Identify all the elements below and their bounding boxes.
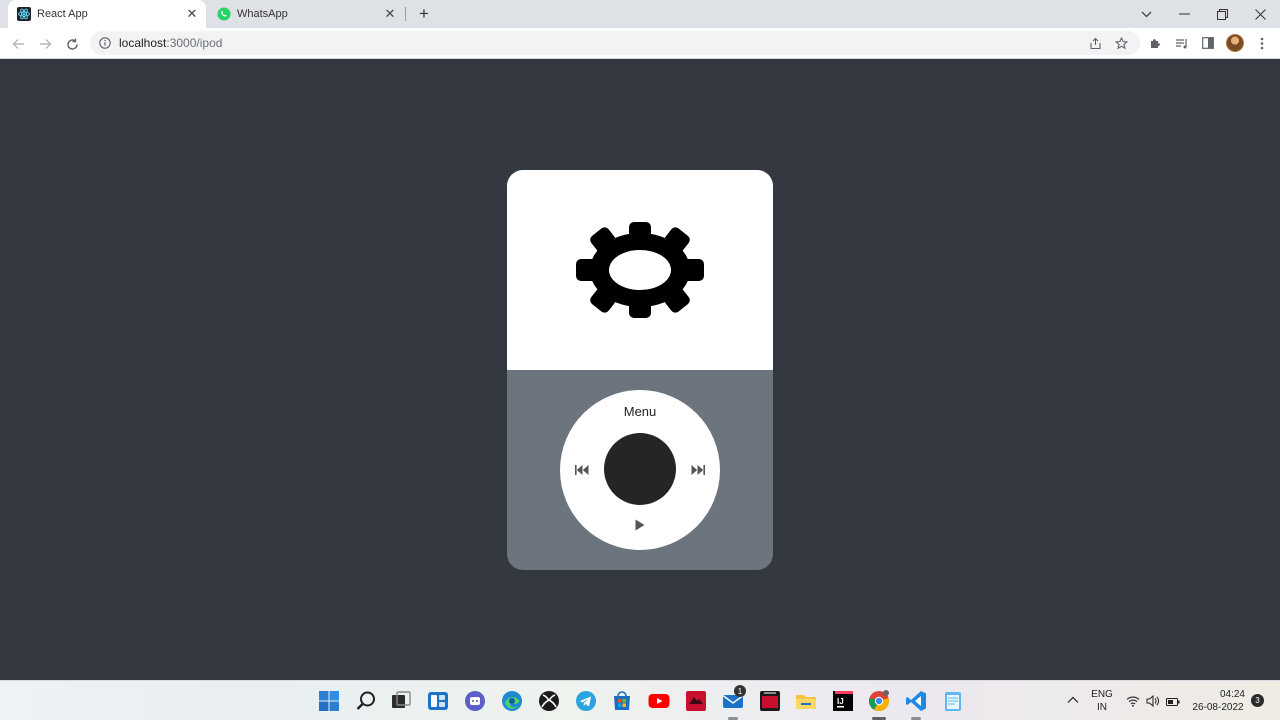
tab-separator [405, 7, 406, 21]
side-panel-icon[interactable] [1199, 34, 1217, 52]
microsoft-store-icon[interactable] [611, 690, 633, 712]
react-favicon-icon [17, 7, 31, 21]
telegram-icon[interactable] [575, 690, 597, 712]
app-red-icon[interactable] [685, 690, 707, 712]
ipod-screen [507, 170, 773, 370]
address-bar[interactable]: localhost:3000/ipod [90, 31, 1140, 55]
tab-title: WhatsApp [237, 8, 288, 20]
ipod-device: Menu [507, 170, 773, 570]
xbox-icon[interactable] [538, 690, 560, 712]
gear-icon [576, 222, 704, 318]
browser-menu-icon[interactable] [1253, 34, 1271, 52]
notification-badge[interactable]: 3 [1251, 694, 1264, 707]
select-button[interactable] [604, 433, 676, 505]
close-tab-icon[interactable]: ✕ [382, 6, 398, 22]
profile-avatar[interactable] [1226, 34, 1244, 52]
clock-date: 26-08-2022 [1192, 702, 1244, 713]
close-window-button[interactable] [1241, 0, 1279, 28]
tab-react-app[interactable]: React App ✕ [8, 0, 206, 28]
extensions-puzzle-icon[interactable] [1146, 34, 1164, 52]
restore-button[interactable] [1203, 0, 1241, 28]
volume-icon[interactable] [1146, 694, 1160, 708]
language-code: ENG [1091, 689, 1113, 700]
site-info-icon[interactable] [99, 37, 111, 49]
clock[interactable]: 04:24 26-08-2022 [1188, 688, 1248, 714]
click-wheel[interactable]: Menu [560, 390, 720, 550]
url-text[interactable]: localhost:3000/ipod [119, 36, 222, 50]
back-button[interactable] [8, 34, 28, 54]
chrome-icon[interactable] [868, 690, 890, 720]
widgets-icon[interactable] [427, 690, 449, 712]
youtube-icon[interactable] [648, 690, 670, 712]
url-host: localhost [119, 36, 167, 50]
tab-strip: React App ✕ WhatsApp ✕ + [0, 0, 1280, 28]
fast-forward-icon[interactable] [689, 463, 707, 477]
edge-icon[interactable] [501, 690, 523, 712]
menu-button[interactable]: Menu [560, 404, 720, 419]
task-view-icon[interactable] [390, 690, 412, 712]
chevron-up-icon[interactable] [1066, 693, 1080, 707]
close-tab-icon[interactable]: ✕ [184, 6, 200, 22]
play-icon[interactable] [631, 518, 649, 532]
new-tab-button[interactable]: + [415, 4, 433, 23]
rewind-icon[interactable] [573, 463, 591, 477]
region-code: IN [1097, 702, 1107, 713]
minimize-button[interactable] [1165, 0, 1203, 28]
media-queue-icon[interactable] [1172, 34, 1190, 52]
whatsapp-favicon-icon [217, 7, 231, 21]
teams-chat-icon[interactable] [464, 690, 486, 712]
mail-icon[interactable]: 1 [722, 685, 746, 720]
battery-icon[interactable] [1166, 694, 1180, 708]
windows-start-icon[interactable] [318, 690, 340, 712]
svg-text:IJ: IJ [837, 697, 844, 706]
intellij-icon[interactable]: IJ [832, 690, 854, 712]
mail-badge: 1 [734, 685, 746, 697]
windows-taskbar: 1 IJ ENG IN 04:24 26-08-2022 [0, 680, 1280, 720]
clock-time: 04:24 [1219, 689, 1245, 700]
file-explorer-icon[interactable] [795, 690, 817, 712]
tab-title: React App [37, 8, 88, 20]
share-icon[interactable] [1086, 34, 1104, 52]
bookmark-star-icon[interactable] [1112, 34, 1130, 52]
reload-button[interactable] [62, 34, 82, 54]
language-indicator[interactable]: ENG IN [1089, 688, 1115, 714]
notepad-icon[interactable] [942, 690, 964, 712]
tab-search-chevron-icon[interactable] [1127, 0, 1165, 28]
tab-whatsapp[interactable]: WhatsApp ✕ [208, 0, 404, 28]
terminal-red-icon[interactable] [759, 690, 781, 712]
forward-button[interactable] [35, 34, 55, 54]
wifi-icon[interactable] [1126, 694, 1140, 708]
vscode-icon[interactable] [905, 690, 927, 720]
url-path: :3000/ipod [166, 36, 223, 50]
search-icon[interactable] [355, 690, 377, 712]
browser-toolbar: localhost:3000/ipod [0, 28, 1280, 59]
